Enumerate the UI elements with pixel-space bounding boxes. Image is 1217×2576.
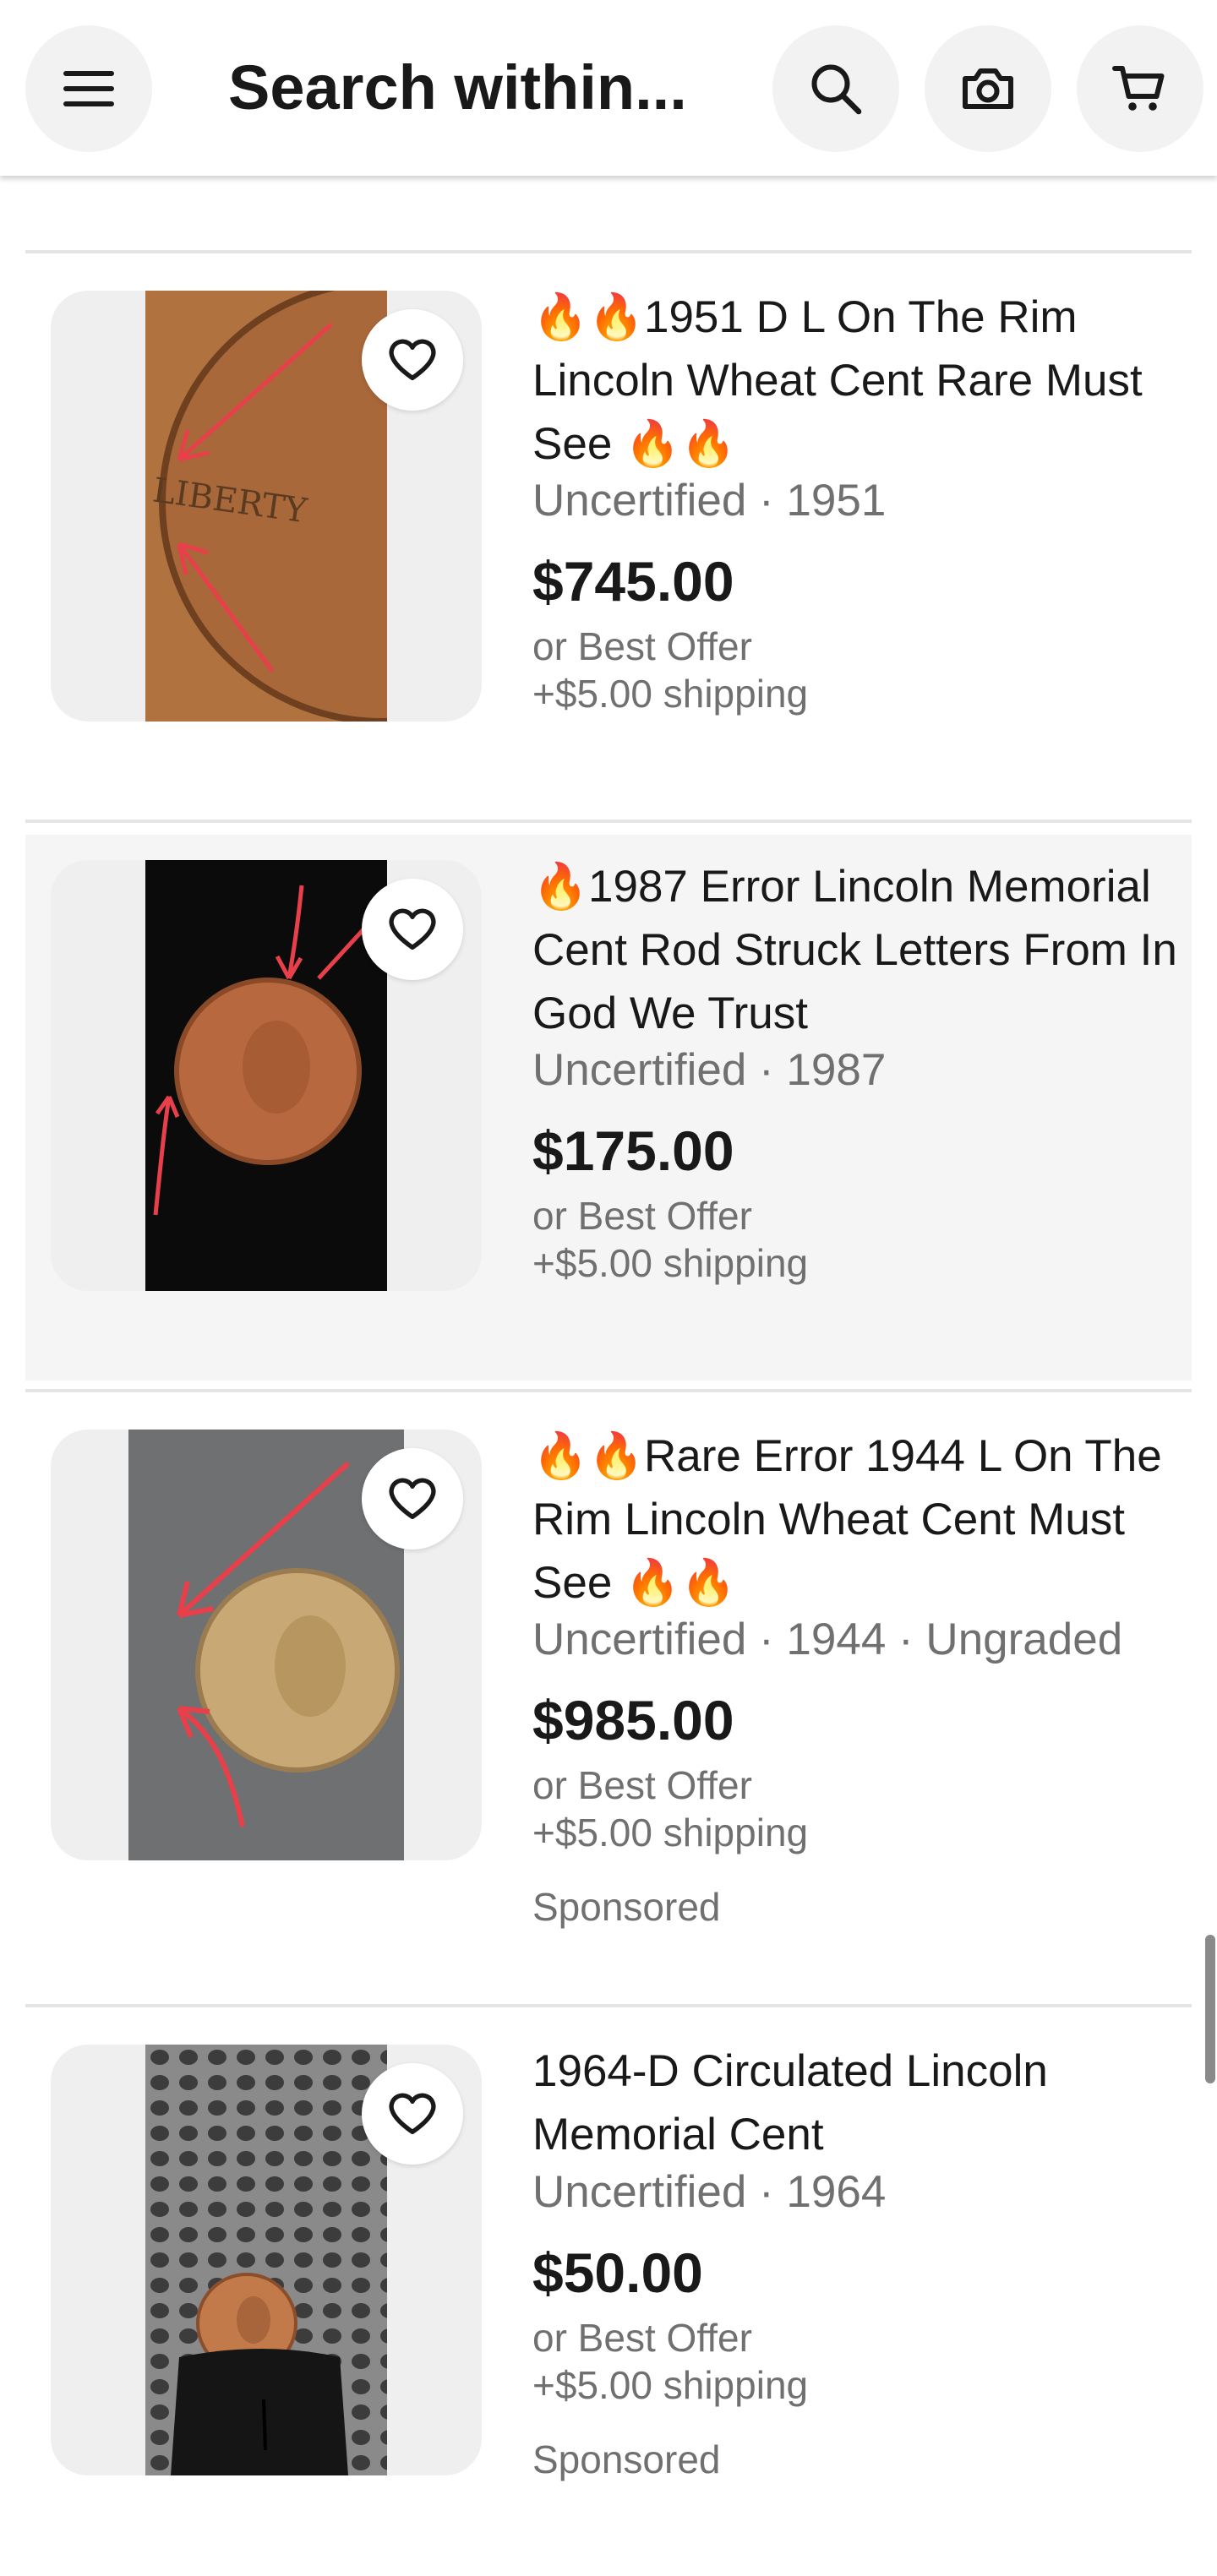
top-header: Search within... (0, 0, 1217, 176)
divider (25, 2004, 1192, 2007)
coin-image (145, 2045, 387, 2475)
heart-icon (389, 339, 436, 380)
divider (25, 1389, 1192, 1392)
listing-subtitle: Uncertified · 1944 · Ungraded (532, 1615, 1123, 1664)
heart-icon (389, 2093, 436, 2134)
listing-image-frame[interactable] (51, 860, 482, 1291)
sponsored-label: Sponsored (532, 2437, 721, 2481)
coin-image: LIBERTY (145, 291, 387, 722)
listing-title[interactable]: 1964-D Circulated Lincoln Memorial Cent (532, 2040, 1183, 2166)
menu-button[interactable] (25, 25, 152, 152)
watch-button[interactable] (362, 309, 463, 411)
listing-shipping: +$5.00 shipping (532, 1241, 809, 1285)
cart-icon (1112, 66, 1165, 111)
listing-best-offer: or Best Offer (532, 624, 752, 668)
listing-image-frame[interactable] (51, 1430, 482, 1860)
search-button[interactable] (772, 25, 899, 152)
listing-image-frame[interactable]: LIBERTY (51, 291, 482, 722)
heart-icon (389, 1478, 436, 1519)
listing-shipping: +$5.00 shipping (532, 672, 809, 716)
listing-image-frame[interactable] (51, 2045, 482, 2475)
listing-subtitle: Uncertified · 1987 (532, 1045, 887, 1095)
coin-image (145, 860, 387, 1291)
listing-title[interactable]: 🔥1987 Error Lincoln Memorial Cent Rod St… (532, 855, 1183, 1045)
listing-price: $745.00 (532, 550, 734, 613)
divider (25, 820, 1192, 823)
listing-shipping: +$5.00 shipping (532, 1811, 809, 1854)
sponsored-label: Sponsored (532, 1885, 721, 1929)
camera-search-button[interactable] (925, 25, 1051, 152)
cart-button[interactable] (1077, 25, 1203, 152)
menu-icon (63, 71, 114, 106)
divider (25, 250, 1192, 253)
listing-title[interactable]: 🔥🔥Rare Error 1944 L On The Rim Lincoln W… (532, 1424, 1183, 1615)
camera-icon (963, 68, 1013, 109)
listing-title[interactable]: 🔥🔥1951 D L On The Rim Lincoln Wheat Cent… (532, 286, 1183, 476)
watch-button[interactable] (362, 1448, 463, 1549)
listing-price: $985.00 (532, 1689, 734, 1751)
watch-button[interactable] (362, 2063, 463, 2165)
listing-subtitle: Uncertified · 1951 (532, 476, 887, 526)
listing-shipping: +$5.00 shipping (532, 2363, 809, 2407)
search-within-title[interactable]: Search within... (228, 47, 735, 128)
listing-price: $175.00 (532, 1119, 734, 1182)
listing-price: $50.00 (532, 2241, 703, 2304)
listing-best-offer: or Best Offer (532, 2316, 752, 2360)
search-icon (811, 64, 862, 115)
watch-button[interactable] (362, 879, 463, 980)
heart-icon (389, 908, 436, 950)
listing-best-offer: or Best Offer (532, 1194, 752, 1238)
listing-best-offer: or Best Offer (532, 1763, 752, 1807)
listing-subtitle: Uncertified · 1964 (532, 2167, 887, 2217)
scrollbar[interactable] (1205, 1935, 1215, 2083)
